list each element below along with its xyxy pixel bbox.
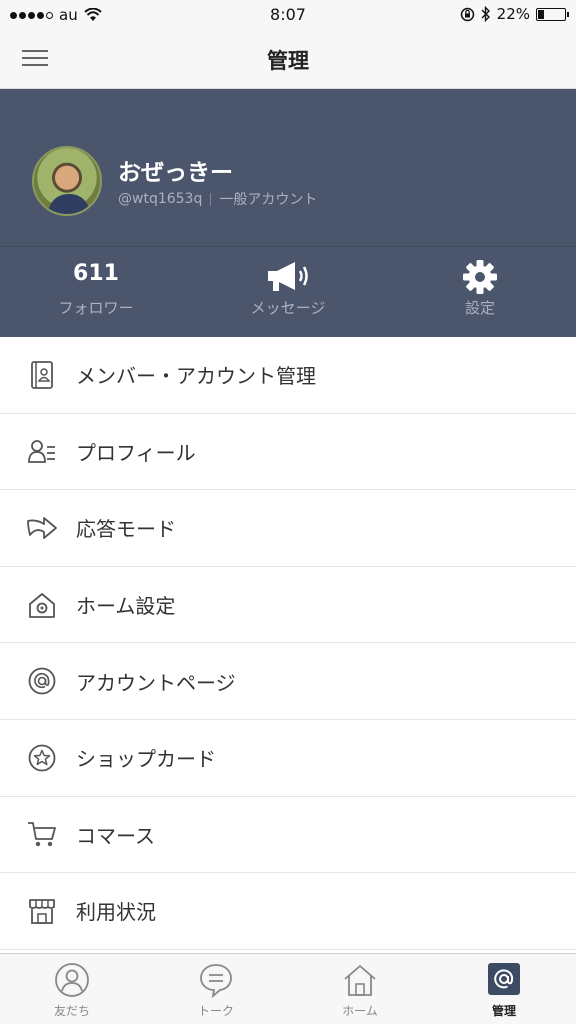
tab-label: トーク (197, 1004, 234, 1018)
avatar[interactable] (32, 146, 102, 216)
meta-divider (210, 192, 212, 206)
rotation-lock-icon (460, 7, 474, 21)
tab-label: ホーム (342, 1004, 378, 1018)
tab-talk[interactable]: トーク (144, 954, 288, 1024)
home-gear-icon (26, 589, 58, 621)
star-circle-icon (26, 742, 58, 774)
tab-label: 友だち (53, 1004, 90, 1018)
followers-stat[interactable]: 611 フォロワー (0, 259, 192, 318)
bluetooth-icon (481, 6, 490, 22)
tab-label: 管理 (491, 1004, 516, 1018)
menu-item-commerce[interactable]: コマース (0, 796, 576, 874)
profile-meta: @wtq1653q 一般アカウント (118, 189, 317, 209)
status-bar: au 8:07 22% (0, 0, 576, 30)
followers-count: 611 (73, 261, 119, 286)
header-divider (0, 246, 576, 247)
menu-item-profile[interactable]: プロフィール (0, 413, 576, 491)
settings-button[interactable]: 設定 (384, 259, 576, 318)
menu-item-home-settings[interactable]: ホーム設定 (0, 566, 576, 644)
tab-manage[interactable]: 管理 (432, 954, 576, 1024)
menu-label: ショップカード (76, 747, 216, 772)
management-menu: メンバー・アカウント管理 プロフィール 応答モード ホーム設定 アカウントページ… (0, 337, 576, 950)
house-icon (288, 962, 432, 998)
megaphone-icon (192, 259, 384, 295)
settings-label: 設定 (464, 299, 495, 317)
menu-label: 応答モード (76, 517, 176, 542)
message-label: メッセージ (250, 299, 326, 317)
at-square-icon (432, 962, 576, 998)
menu-label: アカウントページ (76, 670, 236, 695)
account-type: 一般アカウント (219, 192, 318, 208)
member-book-icon (26, 359, 58, 391)
menu-label: ホーム設定 (76, 594, 176, 619)
tab-friends[interactable]: 友だち (0, 954, 144, 1024)
chat-bubble-icon (144, 962, 288, 998)
profile-card-icon (26, 435, 58, 467)
person-icon (0, 962, 144, 998)
tab-home[interactable]: ホーム (288, 954, 432, 1024)
profile-header: おぜっきー @wtq1653q 一般アカウント 611 フォロワー メッセージ (0, 89, 576, 337)
account-handle: @wtq1653q (118, 191, 203, 207)
reply-arrow-icon (26, 512, 58, 544)
storefront-icon (26, 895, 58, 927)
followers-label: フォロワー (58, 299, 134, 317)
page-title: 管理 (267, 49, 309, 73)
at-circle-icon (26, 665, 58, 697)
menu-label: プロフィール (76, 440, 196, 465)
profile-name: おぜっきー (118, 160, 233, 186)
menu-item-account-page[interactable]: アカウントページ (0, 643, 576, 720)
navigation-bar: 管理 (0, 30, 576, 89)
battery-icon (536, 7, 569, 21)
message-button[interactable]: メッセージ (192, 259, 384, 318)
menu-item-usage-status[interactable]: 利用状況 (0, 873, 576, 950)
menu-item-reply-mode[interactable]: 応答モード (0, 490, 576, 567)
battery-percent: 22% (496, 5, 530, 23)
tab-bar: 友だち トーク ホーム 管理 (0, 953, 576, 1024)
menu-label: 利用状況 (76, 900, 156, 925)
menu-item-member-account[interactable]: メンバー・アカウント管理 (0, 337, 576, 414)
battery-level (538, 9, 544, 19)
menu-item-shop-card[interactable]: ショップカード (0, 719, 576, 797)
menu-label: メンバー・アカウント管理 (76, 364, 316, 389)
menu-label: コマース (76, 823, 155, 848)
cart-icon (26, 818, 58, 850)
gear-icon (384, 259, 576, 295)
status-right: 22% (460, 5, 569, 23)
